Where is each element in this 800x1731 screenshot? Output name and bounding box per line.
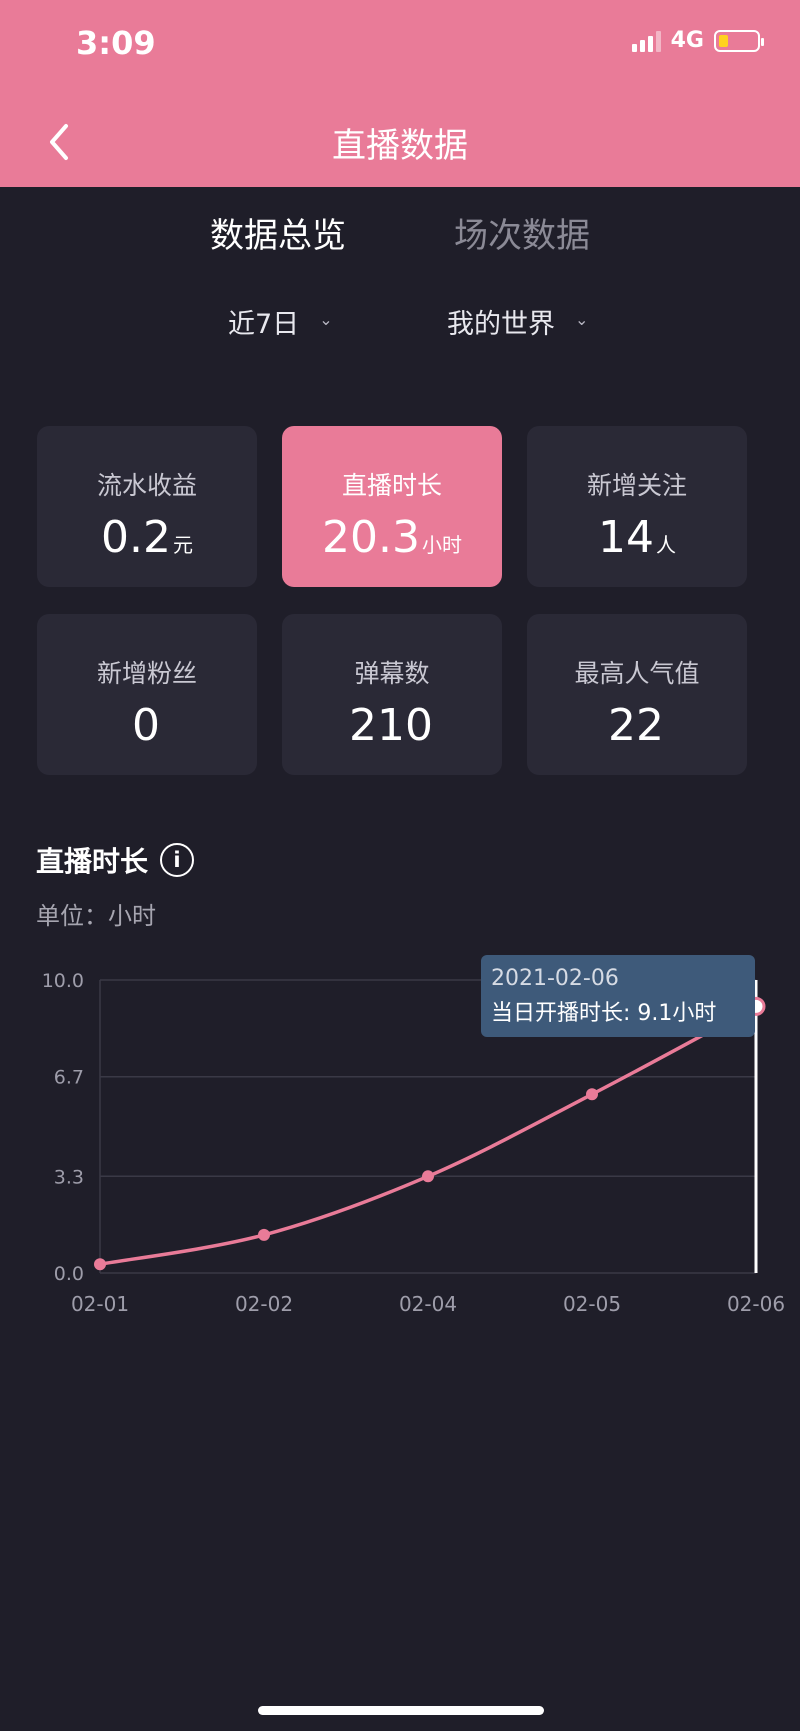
stat-card-revenue[interactable]: 流水收益 0.2 元 — [37, 426, 257, 587]
data-point — [258, 1228, 270, 1241]
home-indicator — [258, 1706, 544, 1715]
room-dropdown[interactable]: 我的世界 ⌄ — [447, 302, 588, 341]
data-point — [422, 1170, 434, 1183]
stat-value: 0 — [132, 700, 160, 751]
stat-value-wrap: 22 — [527, 700, 747, 751]
chart-tooltip: 2021-02-06 当日开播时长: 9.1小时 — [481, 955, 755, 1037]
stat-card-popularity[interactable]: 最高人气值 22 — [527, 614, 747, 775]
x-tick-label: 02-02 — [235, 1292, 293, 1316]
tooltip-value: 当日开播时长: 9.1小时 — [491, 1001, 716, 1026]
stat-card-danmaku[interactable]: 弹幕数 210 — [282, 614, 502, 775]
status-time: 3:09 — [76, 24, 156, 62]
stat-label: 新增关注 — [586, 471, 687, 500]
battery-icon — [714, 29, 764, 52]
stat-label: 直播时长 — [341, 471, 442, 500]
info-icon[interactable]: i — [160, 843, 195, 877]
stat-label: 新增粉丝 — [96, 659, 197, 688]
unit-label: 单位：小时 — [36, 902, 156, 930]
stat-value-wrap: 0.2 元 — [37, 512, 257, 563]
room-label: 我的世界 — [447, 309, 555, 340]
tooltip-date: 2021-02-06 — [491, 966, 619, 991]
stat-value: 14 — [598, 512, 654, 563]
x-tick-label: 02-04 — [399, 1292, 457, 1316]
app-header: 3:09 4G 直播数据 — [0, 0, 800, 187]
y-tick-label: 0.0 — [54, 1263, 84, 1285]
stat-unit: 人 — [656, 533, 676, 557]
series-line — [99, 1004, 757, 1266]
y-tick-label: 10.0 — [42, 970, 84, 992]
tab-overview[interactable]: 数据总览 — [210, 208, 346, 257]
stat-value-wrap: 20.3 小时 — [282, 512, 502, 563]
chevron-down-icon: ⌄ — [575, 310, 589, 329]
signal-icon — [631, 30, 661, 52]
stat-label: 弹幕数 — [354, 659, 430, 688]
section-title: 直播时长 i — [36, 840, 195, 880]
page-title: 直播数据 — [332, 126, 468, 166]
status-indicators: 4G — [631, 28, 764, 53]
stat-label: 最高人气值 — [574, 659, 700, 688]
stat-unit: 小时 — [421, 533, 462, 557]
stat-value-wrap: 14 人 — [527, 512, 747, 563]
duration-line-chart[interactable]: 0.0 3.3 6.7 10.0 02-01 02-02 02-04 02-05 02-06 20… — [0, 940, 800, 1320]
stat-value-wrap: 0 — [37, 700, 257, 751]
stat-label: 流水收益 — [96, 471, 197, 500]
stat-value: 210 — [349, 700, 433, 751]
stat-value-wrap: 210 — [282, 700, 502, 751]
x-tick-label: 02-06 — [727, 1292, 785, 1316]
stat-card-fans[interactable]: 新增粉丝 0 — [37, 614, 257, 775]
x-tick-label: 02-01 — [71, 1292, 129, 1316]
data-point — [94, 1258, 106, 1271]
data-point — [586, 1088, 598, 1101]
period-dropdown[interactable]: 近7日 ⌄ — [228, 302, 333, 341]
stat-value: 20.3 — [322, 512, 420, 563]
y-tick-label: 6.7 — [54, 1067, 84, 1089]
stat-value: 22 — [608, 700, 664, 751]
period-label: 近7日 — [228, 309, 300, 340]
y-tick-label: 3.3 — [54, 1166, 84, 1188]
x-tick-label: 02-05 — [563, 1292, 621, 1316]
stat-card-duration[interactable]: 直播时长 20.3 小时 — [282, 426, 502, 587]
stat-unit: 元 — [172, 533, 193, 557]
network-label: 4G — [670, 28, 704, 53]
stat-value: 0.2 — [101, 512, 171, 563]
stat-card-follows[interactable]: 新增关注 14 人 — [527, 426, 747, 587]
section-title-text: 直播时长 — [36, 845, 149, 878]
tab-session[interactable]: 场次数据 — [454, 208, 590, 257]
chevron-down-icon: ⌄ — [319, 310, 333, 329]
tab-bar: 数据总览 场次数据 — [0, 208, 800, 258]
